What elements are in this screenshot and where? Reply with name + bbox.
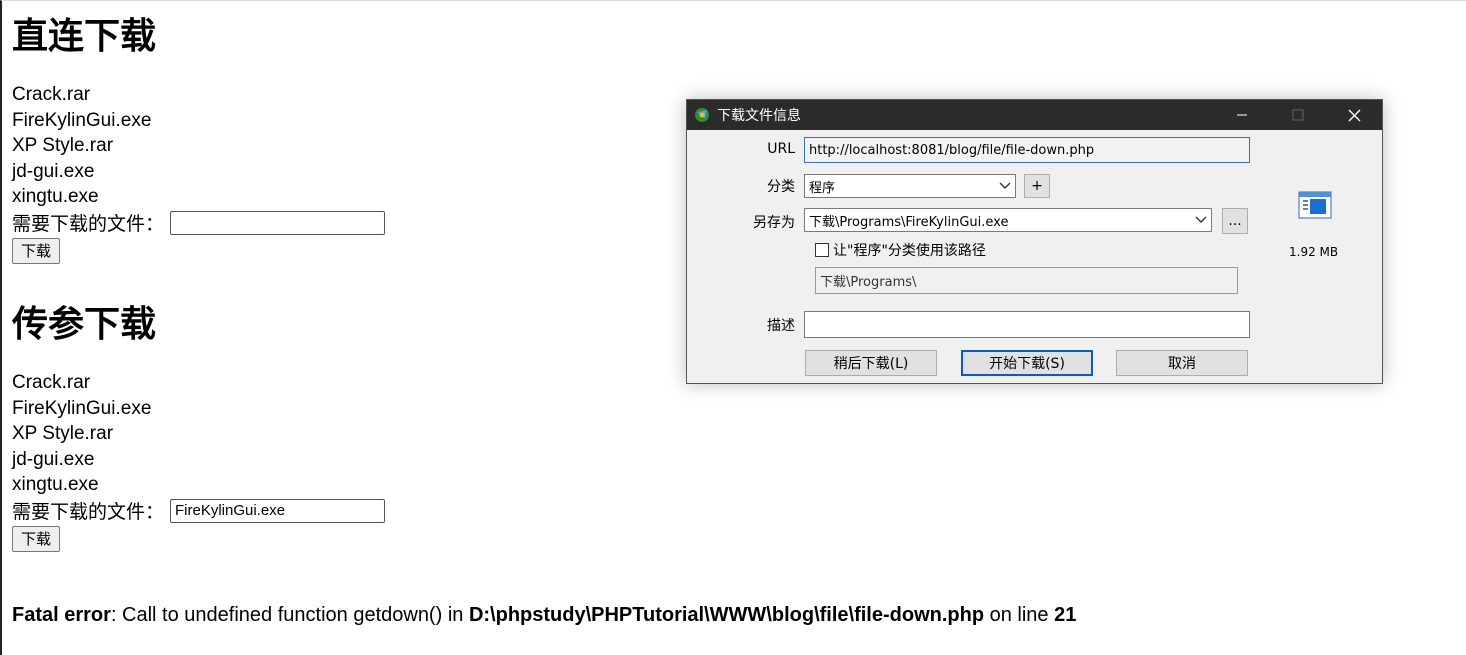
filename-label: 需要下载的文件： bbox=[12, 502, 165, 523]
category-label: 分类 bbox=[767, 179, 795, 195]
save-as-select[interactable]: 下载\Programs\FireKylinGui.exe bbox=[804, 208, 1212, 232]
filename-input[interactable] bbox=[170, 498, 386, 523]
description-field[interactable] bbox=[804, 311, 1250, 338]
filename-form-row: 需要下载的文件： bbox=[12, 498, 386, 524]
file-list: Crack.rar FireKylinGui.exe XP Style.rar … bbox=[12, 82, 385, 210]
download-info-dialog: 下载文件信息 URL http://localhost:8081/blog/fi… bbox=[686, 99, 1383, 384]
use-path-checkbox-row[interactable]: 让"程序"分类使用该路径 bbox=[815, 240, 986, 260]
category-path-field[interactable]: 下载\Programs\ bbox=[815, 267, 1238, 294]
save-as-label: 另存为 bbox=[753, 215, 795, 231]
download-button[interactable]: 下载 bbox=[12, 525, 61, 552]
dialog-titlebar[interactable]: 下载文件信息 bbox=[687, 100, 1382, 130]
error-online-text: on line bbox=[984, 604, 1055, 626]
error-text: : Call to undefined function getdown() i… bbox=[110, 604, 469, 626]
fatal-error-message: Fatal error: Call to undefined function … bbox=[12, 604, 1076, 627]
dialog-title: 下载文件信息 bbox=[717, 108, 801, 124]
category-select[interactable]: 程序 bbox=[804, 174, 1016, 198]
list-item: XP Style.rar bbox=[12, 135, 114, 156]
description-label: 描述 bbox=[767, 318, 795, 334]
url-field[interactable]: http://localhost:8081/blog/file/file-dow… bbox=[804, 137, 1250, 163]
close-button[interactable] bbox=[1326, 100, 1382, 130]
list-item: XP Style.rar bbox=[12, 423, 114, 444]
file-size-text: 1.92 MB bbox=[1289, 245, 1339, 259]
param-download-section: 传参下载 Crack.rar FireKylinGui.exe XP Style… bbox=[12, 302, 386, 552]
download-button[interactable]: 下载 bbox=[12, 237, 61, 264]
cancel-button[interactable]: 取消 bbox=[1116, 350, 1248, 376]
filename-label: 需要下载的文件： bbox=[12, 214, 165, 235]
category-value: 程序 bbox=[809, 180, 836, 196]
save-as-value: 下载\Programs\FireKylinGui.exe bbox=[809, 214, 1009, 230]
browse-button[interactable]: ... bbox=[1222, 208, 1248, 234]
minimize-button[interactable] bbox=[1214, 100, 1270, 130]
filename-form-row: 需要下载的文件： bbox=[12, 210, 386, 236]
list-item: Crack.rar bbox=[12, 84, 91, 105]
download-later-button[interactable]: 稍后下载(L) bbox=[805, 350, 937, 376]
close-icon bbox=[1348, 109, 1360, 121]
filename-input[interactable] bbox=[170, 210, 386, 235]
add-category-button[interactable]: + bbox=[1024, 174, 1050, 198]
list-item: FireKylinGui.exe bbox=[12, 397, 152, 419]
file-list: Crack.rar FireKylinGui.exe XP Style.rar … bbox=[12, 370, 385, 498]
list-item: jd-gui.exe bbox=[12, 448, 95, 470]
url-label: URL bbox=[767, 141, 795, 157]
error-line-number: 21 bbox=[1054, 604, 1077, 626]
chevron-down-icon bbox=[1195, 216, 1207, 223]
use-path-checkbox[interactable] bbox=[815, 243, 829, 257]
list-item: Crack.rar bbox=[12, 372, 91, 393]
list-item: xingtu.exe bbox=[12, 474, 99, 495]
list-item: jd-gui.exe bbox=[12, 160, 95, 182]
error-prefix: Fatal error bbox=[12, 604, 111, 626]
exe-file-icon bbox=[1298, 191, 1332, 219]
maximize-button[interactable] bbox=[1270, 100, 1326, 130]
idm-app-icon bbox=[695, 108, 709, 122]
section-heading: 直连下载 bbox=[12, 16, 157, 57]
direct-download-section: 直连下载 Crack.rar FireKylinGui.exe XP Style… bbox=[12, 14, 386, 264]
error-path: D:\phpstudy\PHPTutorial\WWW\blog\file\fi… bbox=[468, 604, 985, 626]
list-item: xingtu.exe bbox=[12, 186, 99, 207]
chevron-down-icon bbox=[999, 182, 1011, 189]
use-path-checkbox-label: 让"程序"分类使用该路径 bbox=[833, 243, 986, 259]
minimize-icon bbox=[1237, 114, 1247, 116]
maximize-icon bbox=[1292, 109, 1304, 121]
start-download-button[interactable]: 开始下载(S) bbox=[961, 350, 1093, 376]
list-item: FireKylinGui.exe bbox=[12, 109, 152, 131]
section-heading: 传参下载 bbox=[12, 304, 157, 345]
